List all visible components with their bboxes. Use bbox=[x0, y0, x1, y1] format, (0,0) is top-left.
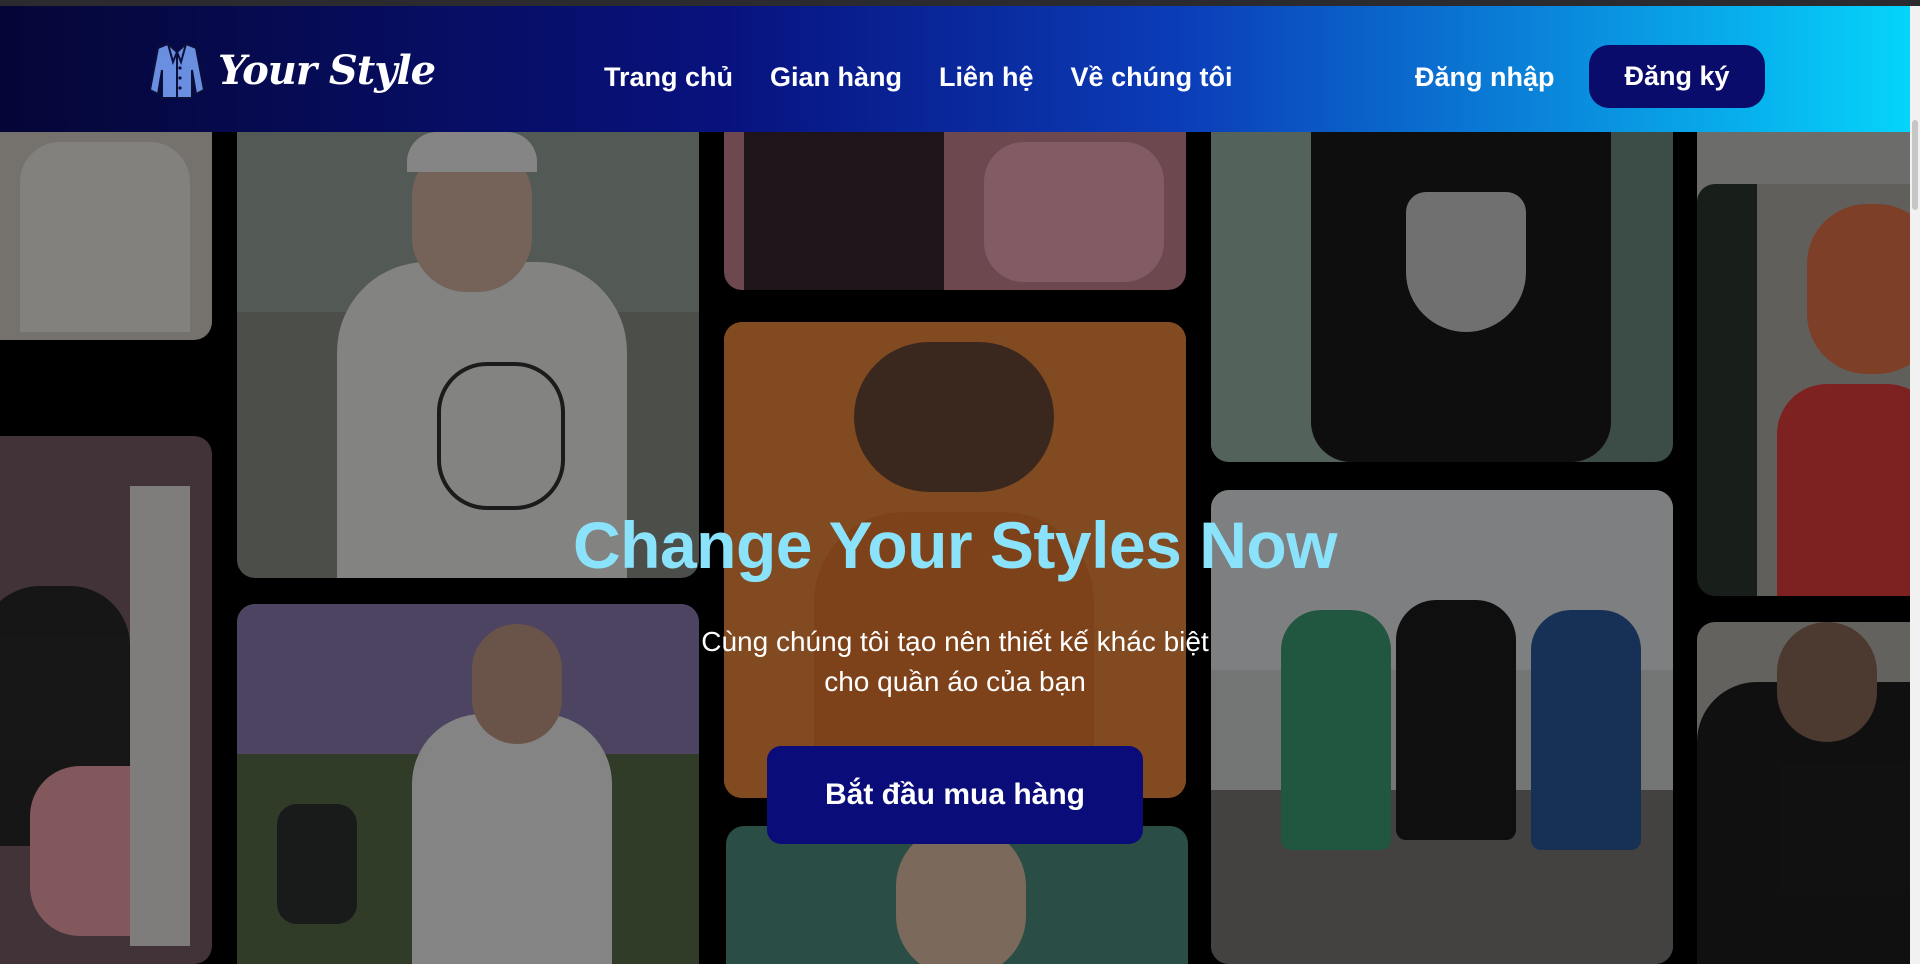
site-header: Your Style Trang chủ Gian hàng Liên hệ V… bbox=[0, 6, 1910, 132]
main-nav: Trang chủ Gian hàng Liên hệ Về chúng tôi bbox=[604, 62, 1233, 93]
hero-subtitle-line-1: Cùng chúng tôi tạo nên thiết kế khác biệ… bbox=[701, 626, 1209, 657]
nav-item-store[interactable]: Gian hàng bbox=[770, 62, 902, 93]
jacket-icon bbox=[148, 42, 206, 99]
scrollbar-thumb[interactable] bbox=[1912, 120, 1918, 210]
bottom-strip bbox=[0, 964, 1920, 968]
hero-subtitle: Cùng chúng tôi tạo nên thiết kế khác biệ… bbox=[0, 622, 1910, 702]
start-shopping-button[interactable]: Bắt đầu mua hàng bbox=[767, 746, 1143, 844]
hero-headline: Change Your Styles Now bbox=[572, 508, 1338, 582]
nav-item-about[interactable]: Về chúng tôi bbox=[1071, 62, 1233, 93]
hero-subtitle-line-2: cho quần áo của bạn bbox=[824, 666, 1086, 697]
nav-item-home[interactable]: Trang chủ bbox=[604, 62, 733, 93]
login-link[interactable]: Đăng nhập bbox=[1415, 62, 1555, 93]
brand-logo[interactable]: Your Style bbox=[146, 40, 436, 100]
signup-button[interactable]: Đăng ký bbox=[1589, 45, 1765, 108]
hero-section: Change Your Styles Now Cùng chúng tôi tạ… bbox=[0, 132, 1910, 964]
brand-name: Your Style bbox=[218, 46, 436, 94]
nav-item-contact[interactable]: Liên hệ bbox=[939, 62, 1034, 93]
